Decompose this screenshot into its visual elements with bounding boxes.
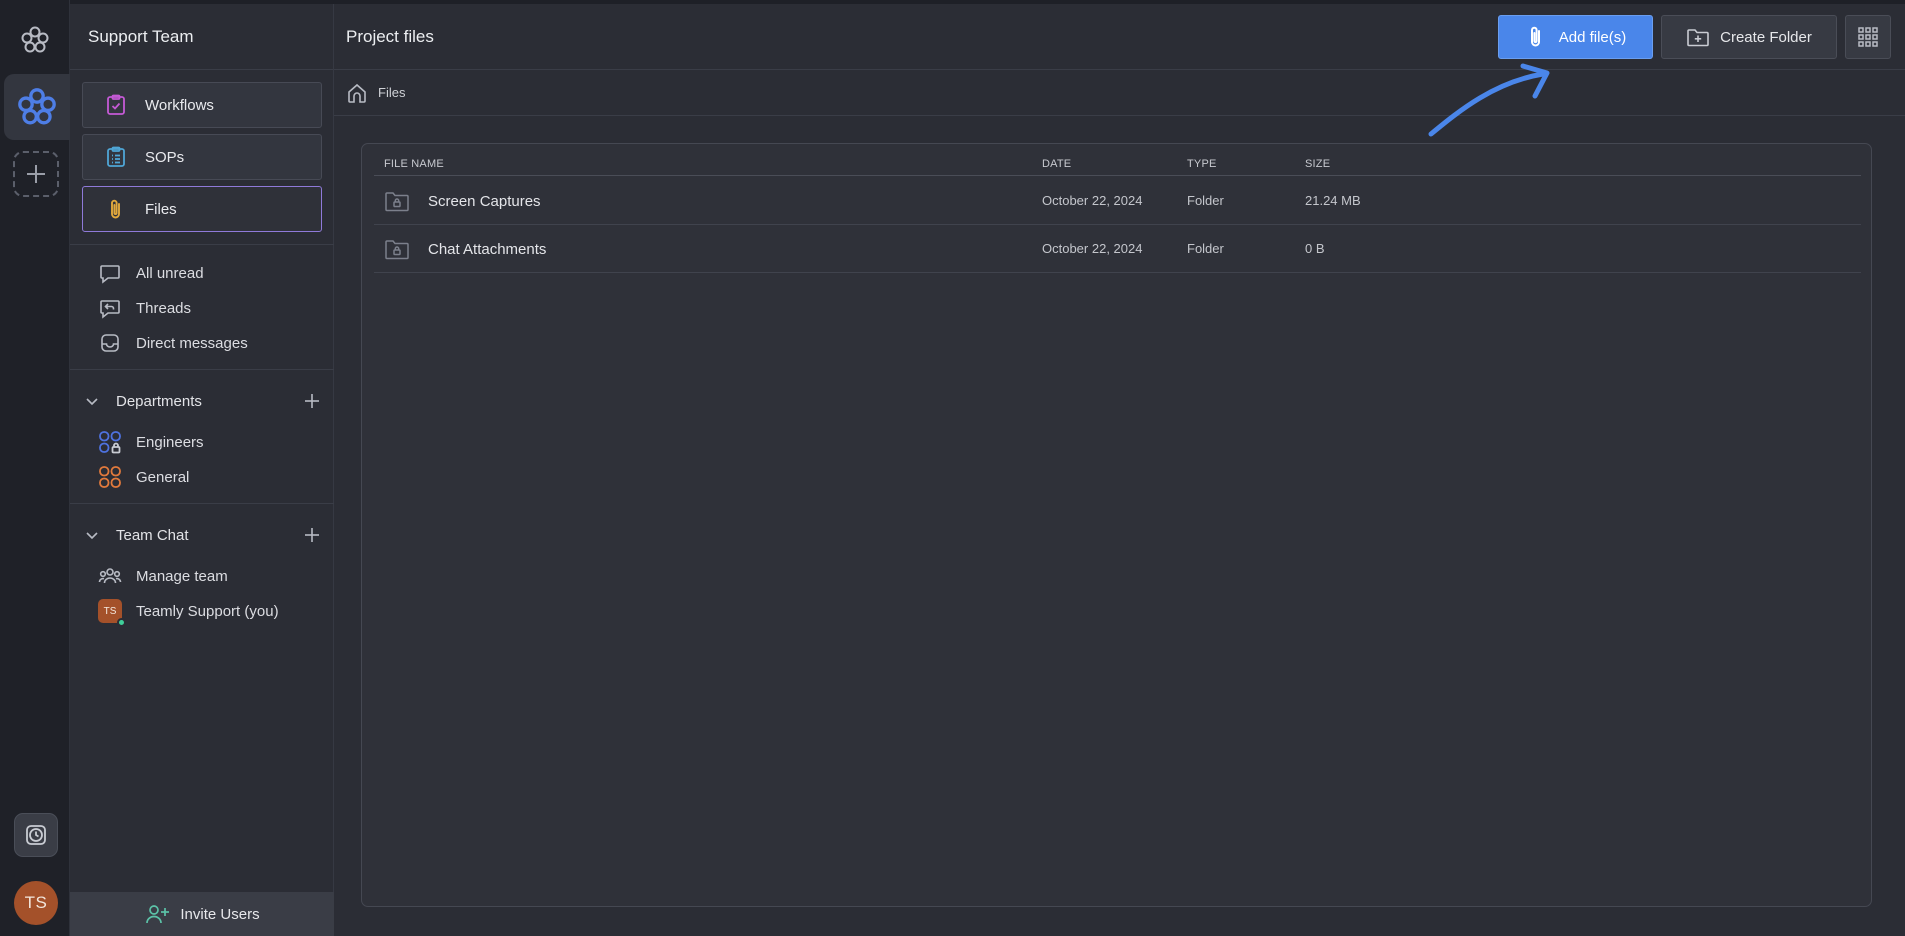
sidebar-item-manage-team[interactable]: Manage team <box>98 563 228 589</box>
table-row[interactable]: Screen Captures October 22, 2024 Folder … <box>374 177 1861 225</box>
file-date: October 22, 2024 <box>1042 193 1143 208</box>
column-header-file-name[interactable]: FILE NAME <box>384 158 444 170</box>
sidebar: Support Team Workflows SOPs Files All un… <box>70 4 334 936</box>
divider <box>70 244 334 245</box>
general-channel-icon <box>98 465 122 489</box>
nav-sops[interactable]: SOPs <box>82 134 322 180</box>
section-title: Departments <box>116 392 202 410</box>
main-content: Project files Add file(s) Create Folder <box>334 4 1905 936</box>
team-icon <box>98 564 122 588</box>
sidebar-item-label: All unread <box>136 264 204 282</box>
nav-workflows-label: Workflows <box>145 96 214 114</box>
workspace-support-team[interactable] <box>4 74 70 140</box>
file-name-cell: Chat Attachments <box>384 236 546 262</box>
online-status-dot <box>117 618 126 627</box>
page-title: Project files <box>346 27 434 46</box>
sidebar-item-direct-messages[interactable]: Direct messages <box>98 330 248 356</box>
paperclip-icon <box>103 196 129 222</box>
add-files-label: Add file(s) <box>1558 28 1627 46</box>
sops-icon <box>103 144 129 170</box>
locked-folder-icon <box>384 236 410 262</box>
section-team-chat[interactable]: Team Chat <box>84 523 320 547</box>
sidebar-item-general[interactable]: General <box>98 464 189 490</box>
engineers-channel-icon <box>98 430 122 454</box>
breadcrumb: Files <box>334 70 1905 116</box>
file-size: 0 B <box>1305 241 1325 256</box>
column-header-date[interactable]: DATE <box>1042 158 1071 170</box>
add-department-icon[interactable] <box>304 393 320 409</box>
add-files-button[interactable]: Add file(s) <box>1498 15 1653 59</box>
app: TS Support Team Workflows SOPs Files All… <box>0 0 1905 936</box>
file-name: Screen Captures <box>428 192 541 210</box>
file-name-cell: Screen Captures <box>384 188 541 214</box>
avatar-initials: TS <box>103 605 117 617</box>
nav-sops-label: SOPs <box>145 148 185 166</box>
invite-users-label: Invite Users <box>180 905 260 923</box>
inbox-icon <box>98 331 122 355</box>
paperclip-icon <box>1525 24 1547 50</box>
chat-bubble-icon <box>98 261 122 285</box>
sidebar-item-all-unread[interactable]: All unread <box>98 260 204 286</box>
sidebar-item-label: Manage team <box>136 567 228 585</box>
history-button[interactable] <box>14 813 58 857</box>
sidebar-item-engineers[interactable]: Engineers <box>98 429 204 455</box>
files-table: FILE NAME DATE TYPE SIZE Screen Captures… <box>361 143 1872 907</box>
team-name-label: Support Team <box>88 26 194 46</box>
clock-icon <box>26 825 46 845</box>
topbar: Project files Add file(s) Create Folder <box>334 4 1905 70</box>
sidebar-item-label: Direct messages <box>136 334 248 352</box>
locked-folder-icon <box>384 188 410 214</box>
sidebar-item-threads[interactable]: Threads <box>98 295 191 321</box>
file-size: 21.24 MB <box>1305 193 1361 208</box>
add-user-icon <box>144 901 170 927</box>
sidebar-item-teamly-support[interactable]: TS Teamly Support (you) <box>98 598 279 627</box>
grid-icon <box>1858 27 1878 47</box>
sidebar-item-label: Teamly Support (you) <box>136 602 279 620</box>
avatar: TS <box>98 599 126 627</box>
add-workspace-button[interactable] <box>13 151 59 197</box>
create-folder-label: Create Folder <box>1720 28 1812 46</box>
add-chat-icon[interactable] <box>304 527 320 543</box>
avatar-wrapper: TS <box>98 599 126 627</box>
file-name: Chat Attachments <box>428 240 547 258</box>
nav-files[interactable]: Files <box>82 186 322 232</box>
invite-users-button[interactable]: Invite Users <box>70 892 334 936</box>
sidebar-item-label: General <box>136 468 190 486</box>
file-type: Folder <box>1187 241 1224 256</box>
column-header-type[interactable]: TYPE <box>1187 158 1217 170</box>
sidebar-item-label: Threads <box>136 299 192 317</box>
workspace-rail: TS <box>0 0 70 936</box>
section-departments[interactable]: Departments <box>84 389 320 413</box>
column-header-size[interactable]: SIZE <box>1305 158 1330 170</box>
plus-icon <box>27 165 45 183</box>
sidebar-item-label: Engineers <box>136 433 204 451</box>
file-date: October 22, 2024 <box>1042 241 1143 256</box>
nav-files-label: Files <box>145 200 177 218</box>
chevron-down-icon <box>86 532 98 540</box>
table-header: FILE NAME DATE TYPE SIZE <box>374 154 1861 176</box>
create-folder-button[interactable]: Create Folder <box>1661 15 1837 59</box>
file-type: Folder <box>1187 193 1224 208</box>
apps-grid-button[interactable] <box>1845 15 1891 59</box>
table-row[interactable]: Chat Attachments October 22, 2024 Folder… <box>374 225 1861 273</box>
section-title: Team Chat <box>116 526 189 544</box>
workflows-icon <box>103 92 129 118</box>
nav-workflows[interactable]: Workflows <box>82 82 322 128</box>
home-icon[interactable] <box>346 82 368 104</box>
workspace-logo-icon <box>18 88 56 125</box>
divider <box>70 503 334 504</box>
app-logo-icon[interactable] <box>19 24 51 56</box>
divider <box>70 369 334 370</box>
user-avatar[interactable]: TS <box>14 881 58 925</box>
threads-icon <box>98 296 122 320</box>
team-name[interactable]: Support Team <box>70 4 333 70</box>
folder-plus-icon <box>1686 25 1710 49</box>
chevron-down-icon <box>86 398 98 406</box>
breadcrumb-item-files[interactable]: Files <box>378 85 405 100</box>
